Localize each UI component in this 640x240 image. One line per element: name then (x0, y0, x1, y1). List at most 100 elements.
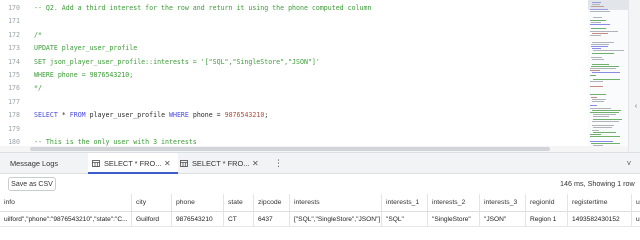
save-as-csv-button[interactable]: Save as CSV (8, 177, 56, 191)
code-line[interactable]: 176 */ (0, 82, 620, 95)
minimap-line (590, 19, 606, 21)
code-token: ; (264, 111, 269, 120)
tab-message-logs[interactable]: Message Logs (10, 153, 70, 174)
minimap-line (591, 43, 609, 45)
minimap-viewport[interactable] (588, 0, 628, 10)
line-number: 174 (8, 57, 20, 66)
table-cell[interactable]: 1493582430152 (568, 212, 632, 226)
code-line[interactable]: 170 -- Q2. Add a third interest for the r… (0, 2, 620, 15)
more-options-icon[interactable]: ⋮ (274, 153, 283, 174)
code-token: WHERE phone = 9876543210; (34, 71, 134, 79)
minimap-line (590, 70, 600, 72)
minimap-line (591, 21, 601, 23)
table-cell[interactable]: Guilford (132, 212, 172, 226)
minimap-line (590, 134, 601, 135)
close-tab-icon[interactable]: ✕ (252, 153, 259, 174)
code-token: -- Q2. Add a third interest for the row … (34, 4, 372, 12)
minimap-line (592, 101, 604, 102)
table-cell[interactable]: Region 1 (526, 212, 568, 226)
table-cell[interactable]: ["SQL","SingleStore","JSON"] (290, 212, 382, 226)
minimap-line (593, 50, 624, 52)
code-line[interactable]: 171 (0, 15, 620, 28)
column-header-interests-1[interactable]: interests_1 (382, 194, 428, 211)
minimap-line (593, 116, 609, 118)
column-header-interests-3[interactable]: interests_3 (480, 194, 526, 211)
editor-vertical-scrollbar[interactable] (628, 0, 640, 152)
code-line[interactable]: 174 SET json_player_user_profile::interes… (0, 56, 620, 69)
code-line[interactable]: 177 (0, 96, 620, 109)
close-tab-icon[interactable]: ✕ (164, 153, 171, 174)
table-cell[interactable]: CT (224, 212, 254, 226)
side-panel-toggle-icon[interactable]: ‹ (632, 100, 640, 114)
code-line[interactable]: 178 SELECT * FROM player_user_profile WHE… (0, 109, 620, 122)
minimap-line (592, 63, 609, 65)
column-header-us[interactable]: us (632, 194, 640, 211)
minimap-line (592, 98, 606, 100)
column-header-state[interactable]: state (224, 194, 254, 211)
column-header-city[interactable]: city (132, 194, 172, 211)
code-token: UPDATE player_user_profile (34, 44, 138, 53)
code-line[interactable]: 179 (0, 123, 620, 136)
column-header-interests-2[interactable]: interests_2 (428, 194, 480, 211)
line-number: 170 (8, 4, 20, 12)
minimap[interactable] (588, 0, 628, 152)
minimap-line (590, 24, 610, 25)
minimap-line (590, 107, 611, 109)
tab-select-result-2[interactable]: SELECT * FRO... ✕ (176, 153, 266, 174)
table-cell[interactable]: 9876543210 (172, 212, 224, 226)
table-cell[interactable]: "SingleStore" (428, 212, 480, 226)
line-number: 175 (8, 71, 20, 79)
minimap-line (591, 46, 608, 47)
grid-header-row: info city phone state zipcode interests intere… (0, 194, 640, 212)
column-header-regionid[interactable]: regionId (526, 194, 568, 211)
results-grid[interactable]: info city phone state zipcode interests intere… (0, 194, 640, 240)
code-line[interactable]: 172 /* (0, 29, 620, 42)
minimap-line (592, 120, 619, 122)
table-cell[interactable]: 6437 (254, 212, 290, 226)
code-token: -- This is the only user with 3 interest… (34, 138, 197, 146)
table-cell[interactable]: "SQL" (382, 212, 428, 226)
minimap-line (593, 17, 602, 19)
column-header-zipcode[interactable]: zipcode (254, 194, 290, 211)
minimap-line (592, 32, 608, 34)
results-tab-bar: Message Logs SELECT * FRO... ✕ SELECT * … (0, 152, 640, 174)
table-cell[interactable]: u (632, 212, 640, 226)
collapse-panel-icon[interactable]: ˅ (622, 153, 636, 174)
minimap-line (591, 57, 602, 58)
line-number: 172 (8, 30, 20, 39)
code-text: /* (34, 29, 42, 42)
minimap-line (593, 114, 616, 116)
minimap-line (592, 59, 604, 61)
minimap-line (593, 118, 622, 120)
minimap-line (590, 10, 610, 12)
line-number: 177 (8, 97, 20, 106)
code-token: * (57, 111, 70, 120)
table-row[interactable]: uilford","phone":"9876543210","state":"C… (0, 212, 640, 227)
line-number: 173 (8, 44, 20, 53)
minimap-line (592, 41, 614, 43)
code-text: UPDATE player_user_profile (34, 42, 137, 55)
table-cell[interactable]: "JSON" (480, 212, 526, 226)
column-header-phone[interactable]: phone (172, 194, 224, 211)
table-grid-icon (92, 160, 100, 167)
column-header-registertime[interactable]: registertime (568, 194, 632, 211)
code-text: */ (34, 82, 42, 95)
column-header-interests[interactable]: interests (290, 194, 382, 211)
table-cell[interactable]: uilford","phone":"9876543210","state":"C… (0, 212, 132, 226)
sql-editor[interactable]: 170 -- Q2. Add a third interest for the r… (0, 0, 640, 152)
code-token: SELECT (34, 111, 58, 120)
minimap-line (590, 68, 616, 69)
horizontal-scroll-thumb[interactable] (30, 147, 550, 151)
tab-select-result-1[interactable]: SELECT * FRO... ✕ (88, 153, 178, 174)
tab-label: SELECT * FRO... (104, 159, 162, 168)
code-line[interactable]: 175 WHERE phone = 9876543210; (0, 69, 620, 82)
code-token: /* (34, 30, 42, 39)
column-header-info[interactable]: info (0, 194, 132, 211)
query-status: 146 ms, Showing 1 row (560, 179, 635, 188)
code-token: SET json_player_user_profile::interests … (34, 57, 320, 66)
minimap-line (590, 94, 606, 96)
code-line[interactable]: 173 UPDATE player_user_profile (0, 42, 620, 55)
code-token: player_user_profile (85, 111, 170, 120)
minimap-line (590, 112, 619, 113)
minimap-line (590, 85, 603, 87)
